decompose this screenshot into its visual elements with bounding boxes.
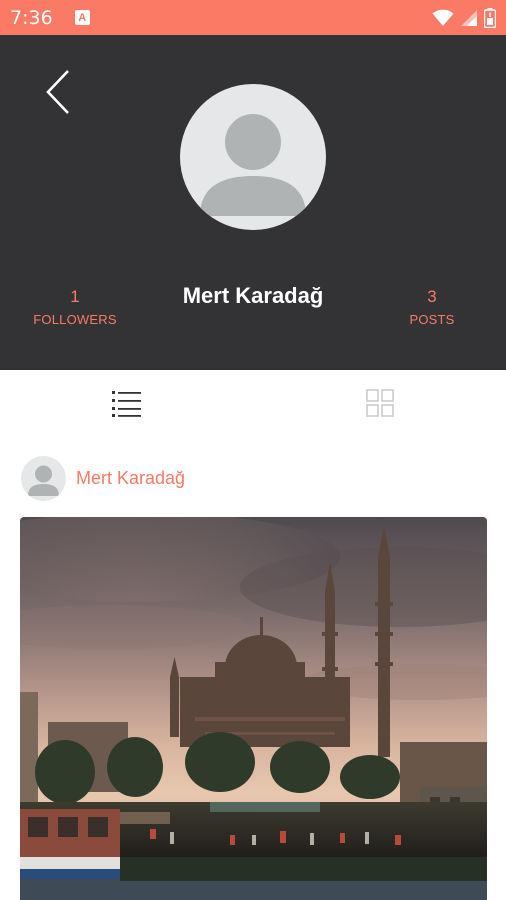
back-button[interactable] xyxy=(36,67,76,117)
view-tabs xyxy=(0,370,506,436)
mosque-sunset-photo xyxy=(20,517,487,900)
default-user-icon xyxy=(28,465,59,496)
post-image[interactable] xyxy=(20,517,487,900)
default-user-icon xyxy=(200,114,306,216)
posts-stat[interactable]: 3 POSTS xyxy=(372,287,492,327)
wifi-icon xyxy=(432,9,454,26)
posts-label: POSTS xyxy=(409,312,455,327)
status-icons xyxy=(432,7,496,28)
tab-list-view[interactable] xyxy=(0,370,253,436)
followers-label: FOLLOWERS xyxy=(33,312,117,327)
post-author-avatar[interactable] xyxy=(21,456,66,501)
status-time: 7:36 xyxy=(10,6,53,29)
a-badge-icon: A xyxy=(74,10,90,25)
grid-view-icon xyxy=(365,389,394,417)
post-author-name[interactable]: Mert Karadağ xyxy=(76,468,185,489)
battery-icon xyxy=(484,7,496,28)
chevron-left-icon xyxy=(46,70,69,114)
profile-header: 1 FOLLOWERS Mert Karadağ 3 POSTS xyxy=(0,35,506,370)
signal-icon xyxy=(461,9,477,26)
profile-avatar[interactable] xyxy=(180,84,326,230)
status-bar: 7:36 A xyxy=(0,0,506,35)
list-view-icon xyxy=(111,391,141,417)
posts-count: 3 xyxy=(427,287,437,306)
tab-grid-view[interactable] xyxy=(253,370,506,436)
post-author[interactable]: Mert Karadağ xyxy=(21,456,185,501)
